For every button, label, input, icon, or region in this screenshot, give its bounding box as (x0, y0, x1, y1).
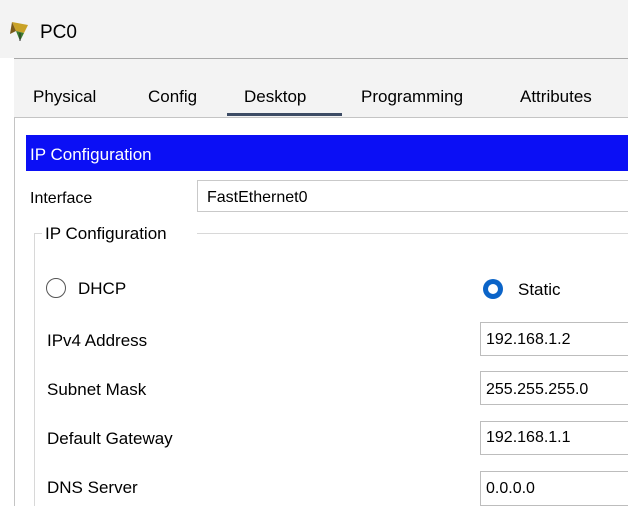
ipv4-address-value: 192.168.1.2 (486, 331, 571, 348)
ipv4-address-label: IPv4 Address (47, 331, 148, 350)
subnet-mask-value: 255.255.255.0 (486, 381, 589, 398)
tab-attributes[interactable]: Attributes (520, 86, 592, 108)
group-border-left (34, 233, 35, 506)
interface-label: Interface (30, 190, 93, 207)
title-bar: PC0 (0, 0, 628, 58)
ip-config-header-title: IP Configuration (30, 145, 152, 164)
dns-server-value: 0.0.0.0 (486, 480, 535, 497)
active-tab-indicator (227, 113, 342, 116)
tab-physical[interactable]: Physical (33, 86, 96, 108)
static-radio[interactable] (483, 279, 503, 299)
ip-config-group-title: IP Configuration (42, 224, 170, 244)
interface-value: FastEthernet0 (207, 189, 308, 206)
dhcp-label: DHCP (78, 279, 127, 298)
dns-server-label: DNS Server (47, 478, 138, 497)
static-label: Static (518, 280, 561, 299)
tab-programming[interactable]: Programming (361, 86, 463, 108)
pc-device-icon (10, 22, 28, 41)
tab-config[interactable]: Config (148, 86, 197, 108)
pc-window: PC0 Physical Config Desktop Programming … (0, 0, 628, 506)
default-gateway-value: 192.168.1.1 (486, 429, 571, 446)
group-border-top-left (34, 233, 42, 234)
radio-selected-dot (488, 284, 498, 294)
tab-bar: Physical Config Desktop Programming Attr… (14, 59, 628, 117)
group-border-top-right (197, 233, 628, 234)
tab-desktop[interactable]: Desktop (244, 86, 306, 108)
subnet-mask-label: Subnet Mask (47, 380, 147, 399)
window-title: PC0 (40, 22, 77, 43)
dhcp-radio[interactable] (46, 278, 66, 298)
default-gateway-label: Default Gateway (47, 429, 173, 448)
